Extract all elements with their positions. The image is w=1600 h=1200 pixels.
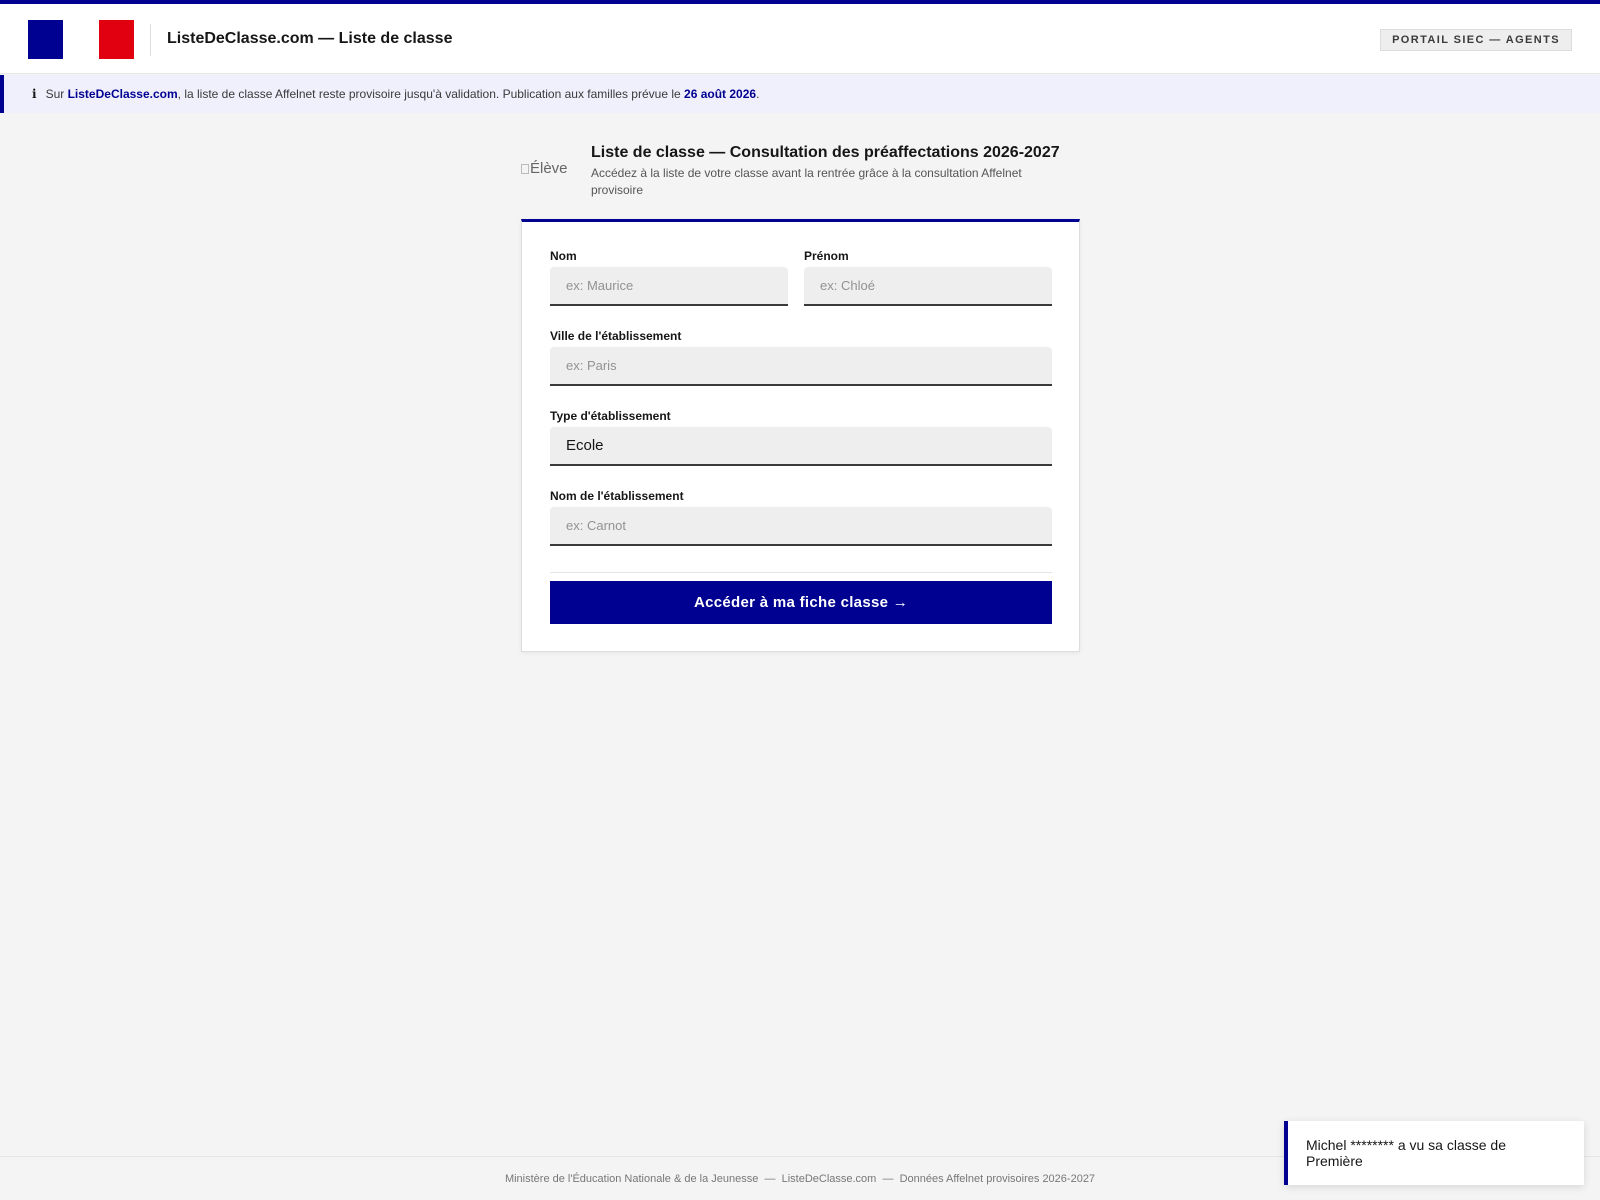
nom-input[interactable] bbox=[550, 267, 788, 306]
notice-publication-date: 26 août 2026 bbox=[684, 87, 757, 101]
site-title[interactable]: ListeDeClasse.com — Liste de classe bbox=[167, 30, 452, 48]
flag-red-stripe bbox=[99, 20, 134, 59]
access-class-button[interactable]: Accéder à ma fiche classe → bbox=[550, 581, 1052, 624]
notice-prefix: Sur bbox=[45, 87, 65, 101]
student-image-alt: Élève bbox=[530, 160, 568, 177]
notice-suffix: . bbox=[756, 87, 760, 101]
portal-agents-link[interactable]: PORTAIL SIEC — AGENTS bbox=[1380, 29, 1572, 51]
activity-toast[interactable]: Michel ******** a vu sa classe de Premiè… bbox=[1284, 1121, 1584, 1185]
ville-input[interactable] bbox=[550, 347, 1052, 386]
broken-image-icon bbox=[521, 164, 529, 174]
page-hero: Élève Liste de classe — Consultation des… bbox=[521, 144, 1081, 204]
page-title: Liste de classe — Consultation des préaf… bbox=[591, 144, 1060, 161]
type-select[interactable]: Ecole bbox=[550, 427, 1052, 466]
info-notice-banner: i Sur ListeDeClasse.com, la liste de clas… bbox=[0, 75, 1600, 113]
etablissement-label: Nom de l'établissement bbox=[550, 489, 684, 503]
ville-label: Ville de l'établissement bbox=[550, 329, 682, 343]
class-lookup-form: Nom Prénom Ville de l'établissement Type… bbox=[521, 219, 1080, 652]
form-divider bbox=[550, 572, 1052, 573]
type-label: Type d'établissement bbox=[550, 409, 671, 423]
info-icon: i bbox=[32, 87, 37, 101]
notice-site-name: ListeDeClasse.com bbox=[67, 87, 178, 101]
prenom-input[interactable] bbox=[804, 267, 1052, 306]
header-separator bbox=[150, 24, 151, 56]
prenom-label: Prénom bbox=[804, 249, 849, 263]
student-image-broken: Élève bbox=[521, 160, 568, 177]
nom-label: Nom bbox=[550, 249, 577, 263]
notice-text: , la liste de classe Affelnet reste prov… bbox=[177, 87, 681, 101]
etablissement-input[interactable] bbox=[550, 507, 1052, 546]
footer-text: Ministère de l'Éducation Nationale & de … bbox=[504, 1173, 1096, 1185]
flag-white-stripe bbox=[63, 20, 99, 59]
page-subtitle: Accédez à la liste de votre classe avant… bbox=[591, 166, 1022, 197]
flag-blue-stripe bbox=[28, 20, 63, 59]
site-header: ListeDeClasse.com — Liste de classe PORT… bbox=[0, 4, 1600, 74]
toast-message: Michel ******** a vu sa classe de Premiè… bbox=[1306, 1137, 1506, 1169]
